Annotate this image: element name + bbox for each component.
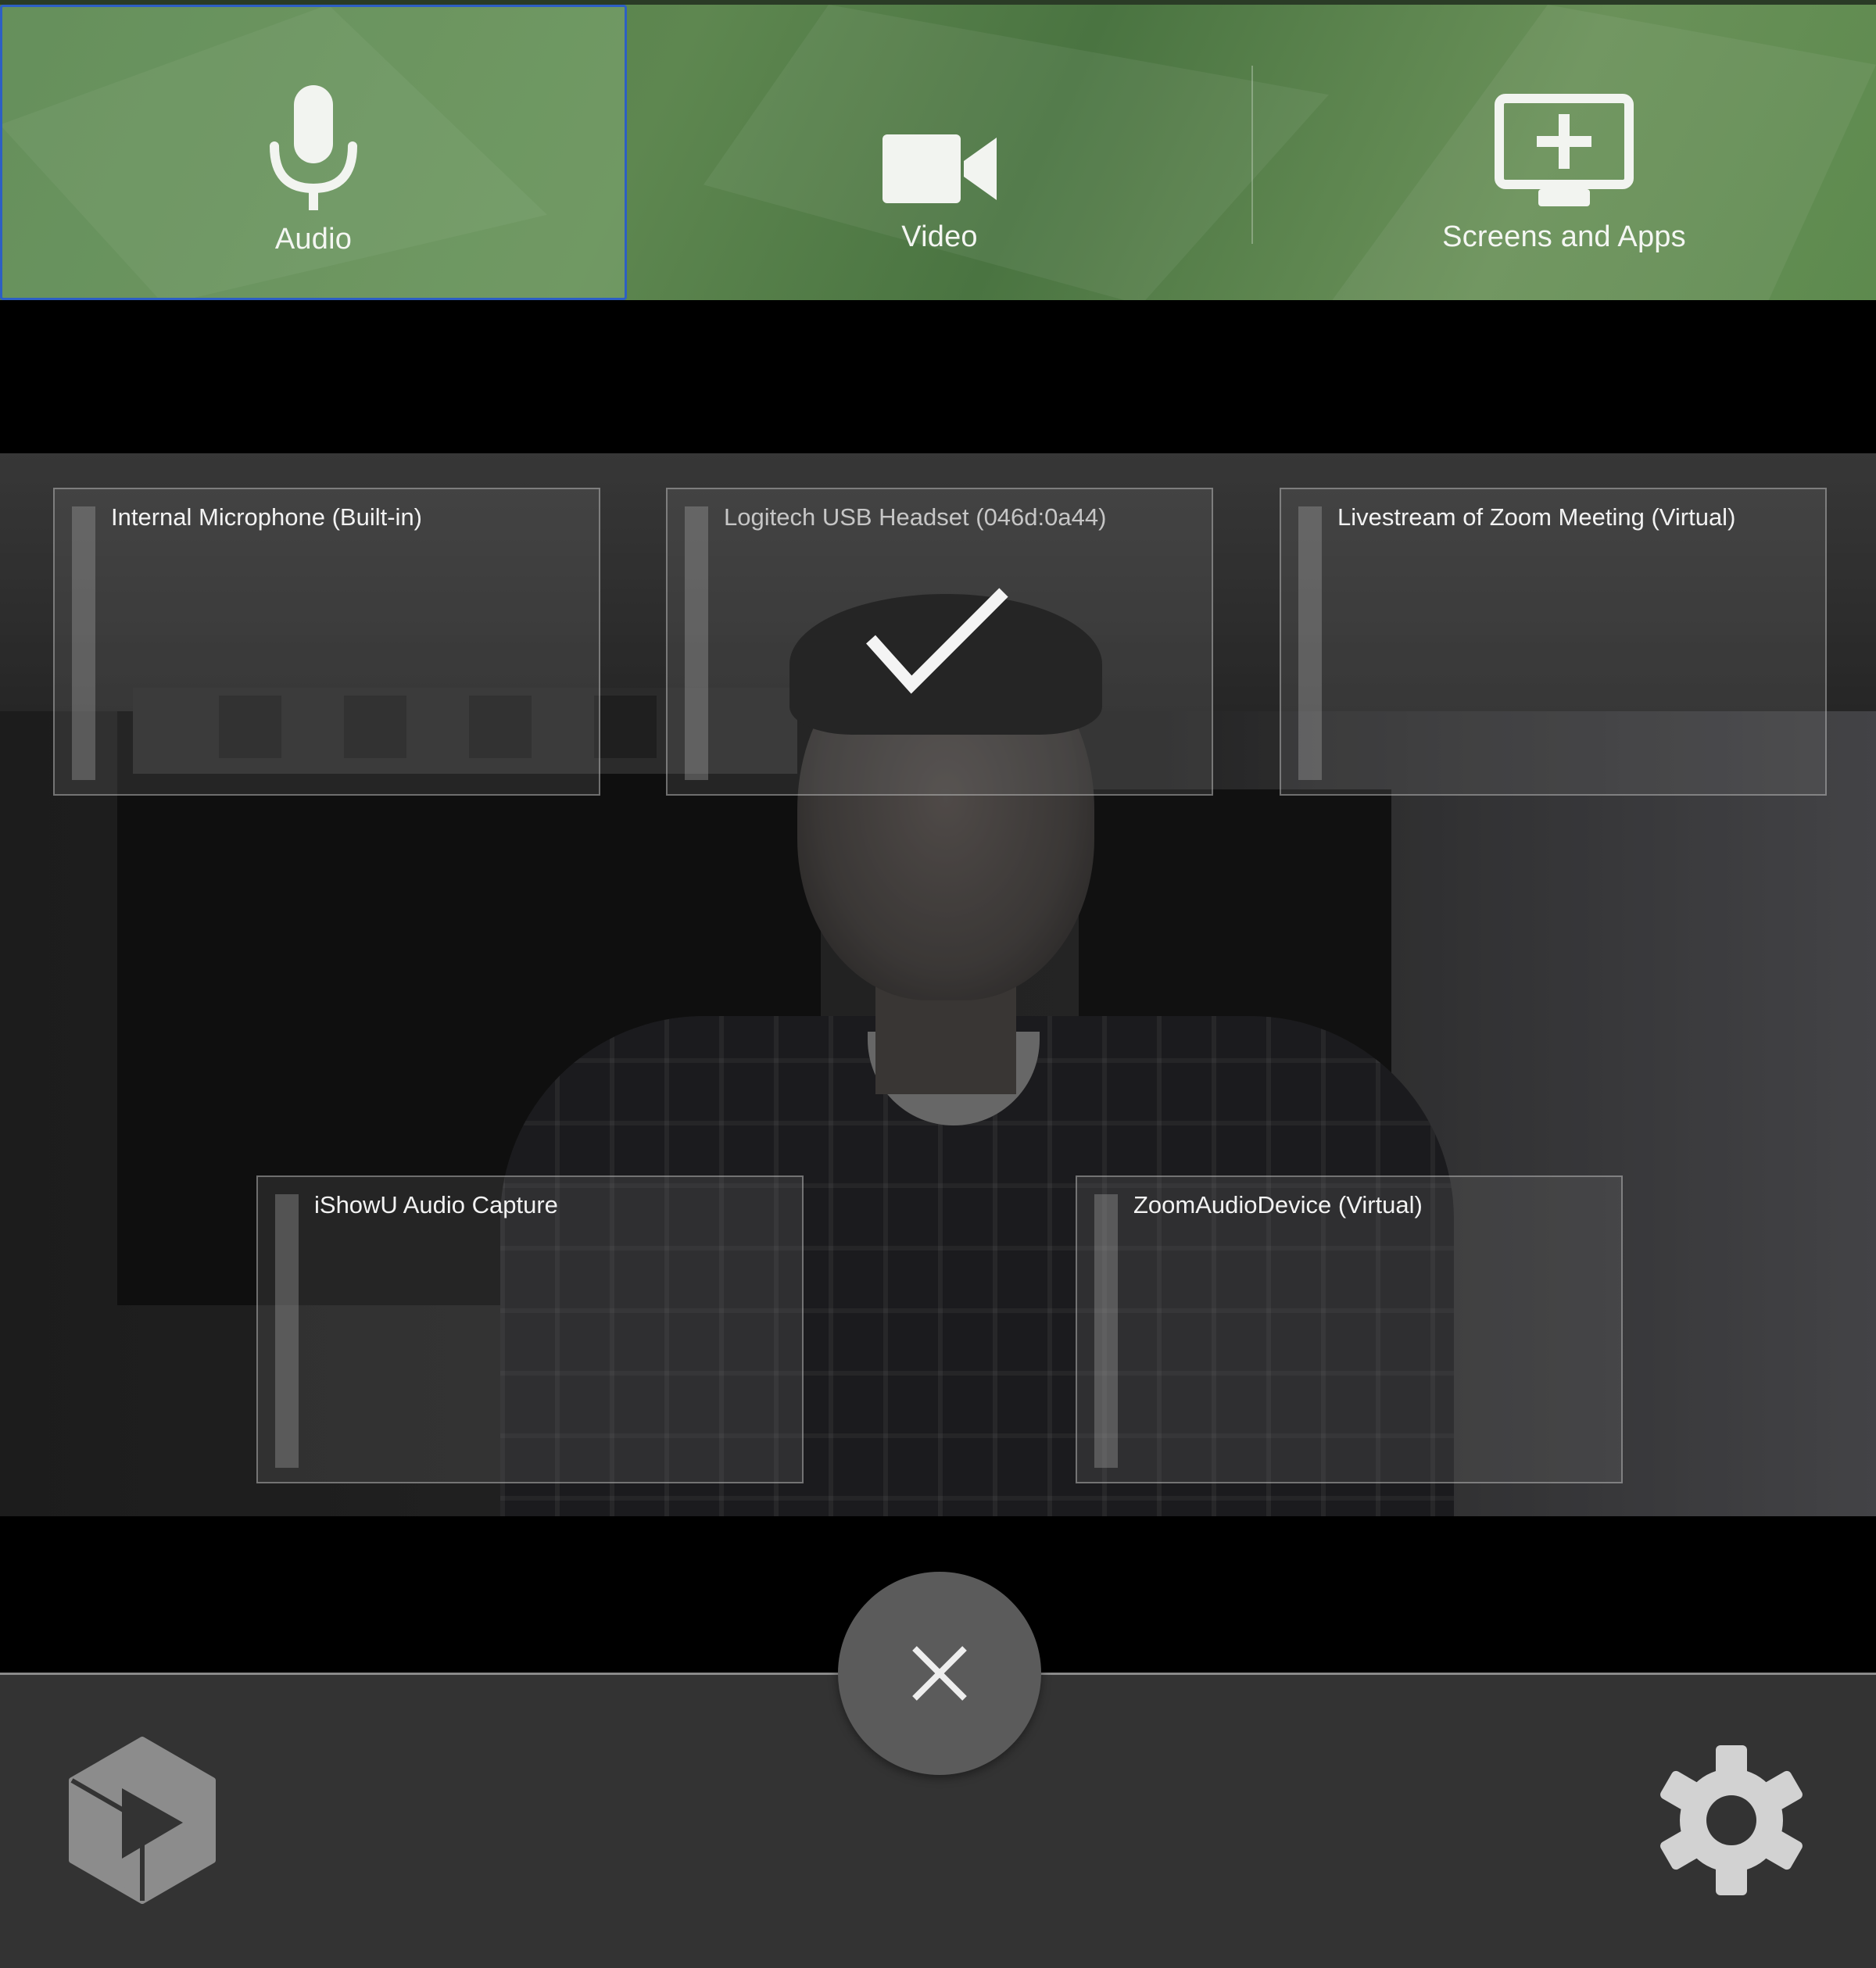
audio-level-meter bbox=[1094, 1194, 1118, 1468]
camera-preview: Internal Microphone (Built-in) Logitech … bbox=[0, 300, 1876, 1673]
tab-video[interactable]: Video bbox=[627, 5, 1252, 300]
panopto-logo-icon bbox=[66, 1737, 219, 1904]
video-camera-icon bbox=[883, 67, 997, 208]
recorder-window: Audio Video Screens and Apps Internal Mi… bbox=[0, 0, 1876, 1968]
tab-audio[interactable]: Audio bbox=[0, 5, 627, 300]
close-icon bbox=[912, 1646, 967, 1701]
audio-level-meter bbox=[685, 506, 708, 780]
device-name: Logitech USB Headset (046d:0a44) bbox=[724, 503, 1107, 531]
microphone-icon bbox=[268, 70, 359, 210]
audio-device-internal-microphone[interactable]: Internal Microphone (Built-in) bbox=[53, 488, 600, 796]
tab-screens-and-apps[interactable]: Screens and Apps bbox=[1252, 5, 1876, 300]
gear-icon bbox=[1660, 1745, 1803, 1895]
device-name: iShowU Audio Capture bbox=[314, 1191, 558, 1218]
device-name: Livestream of Zoom Meeting (Virtual) bbox=[1337, 503, 1736, 531]
add-screen-icon bbox=[1495, 67, 1634, 208]
audio-level-meter bbox=[1298, 506, 1322, 780]
audio-device-livestream-zoom[interactable]: Livestream of Zoom Meeting (Virtual) bbox=[1280, 488, 1827, 796]
audio-level-meter bbox=[275, 1194, 299, 1468]
device-name: Internal Microphone (Built-in) bbox=[111, 503, 423, 531]
close-button[interactable] bbox=[838, 1572, 1041, 1775]
device-name: ZoomAudioDevice (Virtual) bbox=[1133, 1191, 1423, 1218]
source-tab-bar: Audio Video Screens and Apps bbox=[0, 0, 1876, 300]
checkmark-icon bbox=[863, 583, 1011, 704]
tab-audio-label: Audio bbox=[274, 223, 353, 256]
tab-screens-label: Screens and Apps bbox=[1442, 220, 1686, 253]
tab-video-label: Video bbox=[901, 220, 978, 253]
audio-device-logitech-headset[interactable]: Logitech USB Headset (046d:0a44) bbox=[666, 488, 1213, 796]
audio-level-meter bbox=[72, 506, 95, 780]
audio-device-zoomaudiodevice[interactable]: ZoomAudioDevice (Virtual) bbox=[1076, 1175, 1623, 1483]
audio-device-ishowu[interactable]: iShowU Audio Capture bbox=[256, 1175, 804, 1483]
settings-button[interactable] bbox=[1656, 1744, 1807, 1896]
